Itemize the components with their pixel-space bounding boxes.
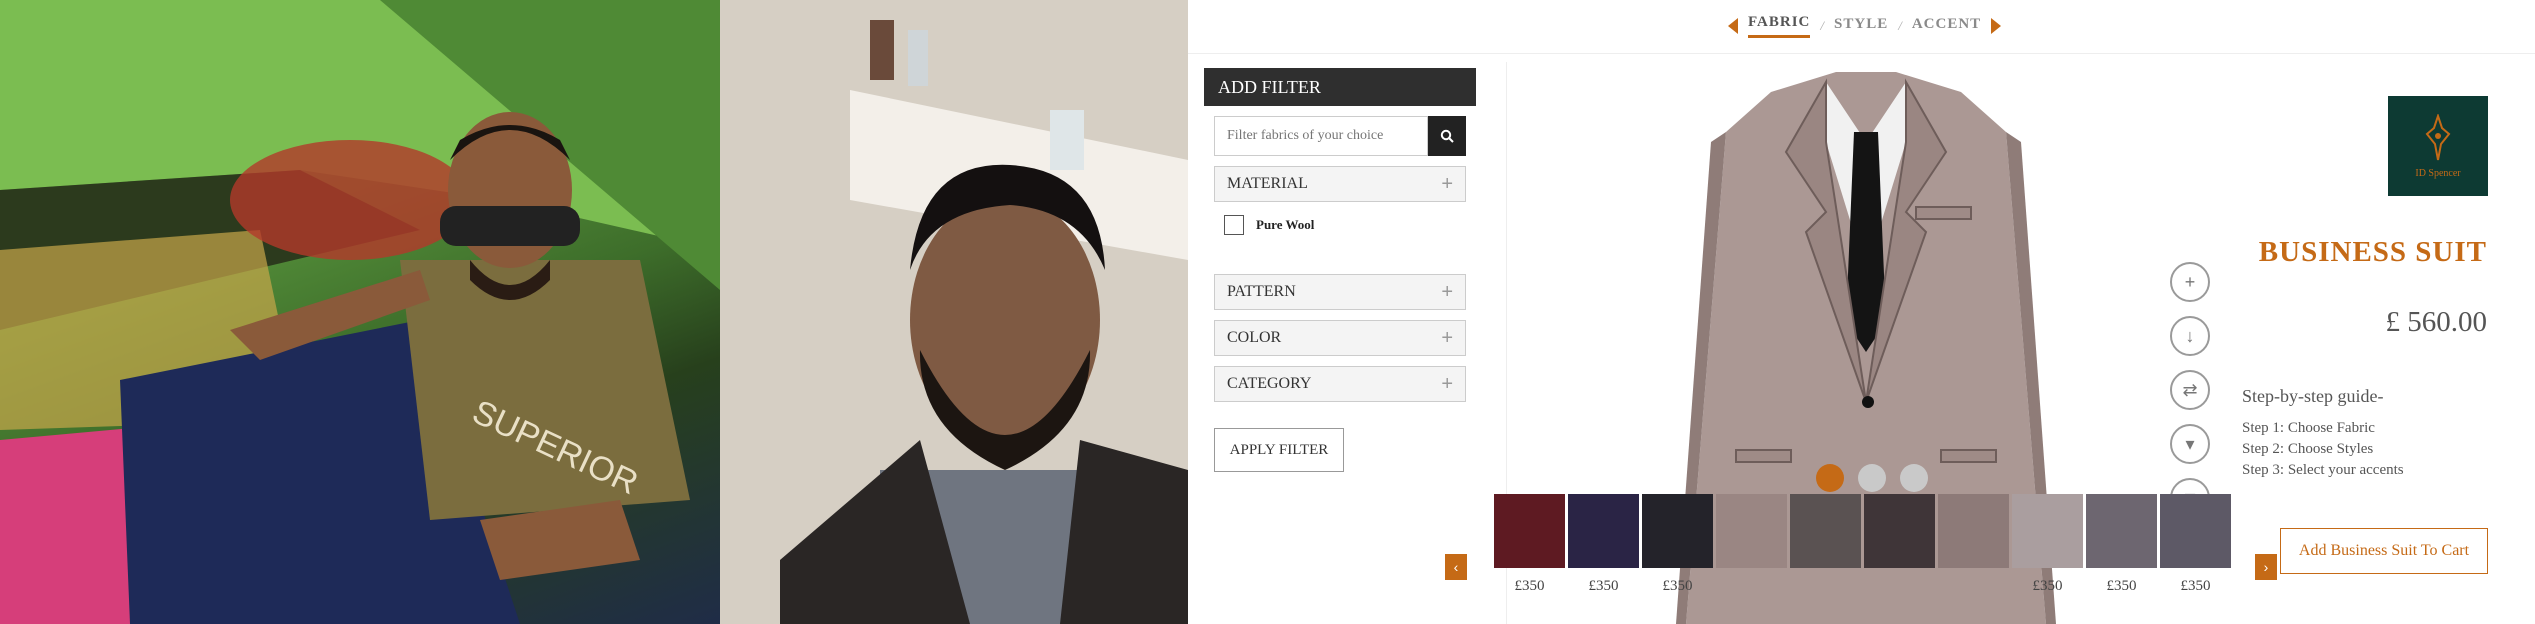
filter-section-category[interactable]: CATEGORY + <box>1214 366 1466 402</box>
pure-wool-label: Pure Wool <box>1256 217 1315 232</box>
suit-configurator: FABRIC / STYLE / ACCENT ADD FILTER Filte… <box>1188 0 2535 624</box>
tie-icon[interactable]: ▾ <box>2170 424 2210 464</box>
fabric-swatch[interactable]: £350 <box>2086 494 2157 595</box>
swatch-price: £350 <box>2180 578 2211 594</box>
swatch-price: £350 <box>2032 578 2063 594</box>
swatch-price: £350 <box>2106 578 2137 594</box>
swatch-price: £350 <box>1514 578 1545 594</box>
page: SUPERIOR FABRIC / STYLE / ACCENT ADD FIL… <box>0 0 2535 624</box>
step-separator: / <box>1820 18 1825 33</box>
fabric-swatch[interactable] <box>1938 494 2009 595</box>
product-price: £ 560.00 <box>2385 306 2488 338</box>
fabric-swatch[interactable]: £350 <box>2012 494 2083 595</box>
expand-plus-icon: + <box>1441 326 1453 349</box>
apply-filter-button[interactable]: APPLY FILTER <box>1214 428 1344 472</box>
swatch-color <box>2160 494 2231 568</box>
guide-step: Step 3: Select your accents <box>2242 462 2404 478</box>
fabric-swatch-list: £350 £350 £350 £350 £350 £350 <box>1494 494 2231 595</box>
brand-emblem-icon <box>2425 113 2451 160</box>
guide-heading: Step-by-step guide- <box>2242 386 2384 406</box>
guide-step: Step 1: Choose Fabric <box>2242 420 2375 436</box>
prev-step-arrow-icon[interactable] <box>1728 18 1738 34</box>
fabric-swatch[interactable] <box>1716 494 1787 595</box>
fabric-swatch[interactable]: £350 <box>1494 494 1565 595</box>
view-dot[interactable] <box>1858 464 1886 492</box>
filter-sidebar: ADD FILTER MATERIAL + Pure Wool P <box>1204 68 1476 472</box>
camping-tent-photo: SUPERIOR <box>0 0 720 624</box>
filter-section-pattern[interactable]: PATTERN + <box>1214 274 1466 310</box>
expand-plus-icon: + <box>1441 280 1453 303</box>
swatch-color <box>1568 494 1639 568</box>
fabric-swatch[interactable]: £350 <box>1568 494 1639 595</box>
fabric-swatch[interactable] <box>1864 494 1935 595</box>
search-button[interactable] <box>1428 116 1466 156</box>
swatch-next-button[interactable]: › <box>2255 554 2277 580</box>
view-dot[interactable] <box>1900 464 1928 492</box>
view-pagination <box>1816 464 1928 492</box>
compare-icon[interactable]: ⇄ <box>2170 370 2210 410</box>
expand-plus-icon: + <box>1441 172 1453 195</box>
step-navigation: FABRIC / STYLE / ACCENT <box>1188 0 2535 54</box>
pure-wool-checkbox[interactable] <box>1224 215 1244 235</box>
filter-section-label: PATTERN <box>1227 283 1296 300</box>
add-to-cart-button[interactable]: Add Business Suit To Cart <box>2280 528 2488 574</box>
view-controls: + ↓ ⇄ ▾ ◘ <box>2170 262 2210 518</box>
tab-accent[interactable]: ACCENT <box>1912 16 1981 37</box>
view-dot[interactable] <box>1816 464 1844 492</box>
filter-section-label: MATERIAL <box>1227 175 1308 192</box>
search-icon <box>1440 129 1454 143</box>
selfie-photo <box>720 0 1188 624</box>
swatch-color <box>2012 494 2083 568</box>
download-icon[interactable]: ↓ <box>2170 316 2210 356</box>
filter-heading: ADD FILTER <box>1204 68 1476 106</box>
fabric-search <box>1214 116 1466 156</box>
swatch-color <box>1642 494 1713 568</box>
next-step-arrow-icon[interactable] <box>1991 18 2002 34</box>
filter-section-label: CATEGORY <box>1227 375 1312 392</box>
swatch-color <box>1790 494 1861 568</box>
filter-section-color[interactable]: COLOR + <box>1214 320 1466 356</box>
product-title: BUSINESS SUIT <box>2258 236 2487 268</box>
swatch-prev-button[interactable]: ‹ <box>1445 554 1467 580</box>
fabric-swatch[interactable] <box>1790 494 1861 595</box>
tab-fabric[interactable]: FABRIC <box>1748 14 1811 38</box>
fabric-swatch[interactable]: £350 <box>2160 494 2231 595</box>
fabric-swatch[interactable]: £350 <box>1642 494 1713 595</box>
expand-plus-icon: + <box>1441 372 1453 395</box>
guide-step: Step 2: Choose Styles <box>2242 441 2374 457</box>
swatch-price: £350 <box>1662 578 1693 594</box>
step-separator: / <box>1898 18 1902 33</box>
brand-logo: ID Spencer <box>2388 96 2488 196</box>
zoom-in-icon[interactable]: + <box>2170 262 2210 302</box>
swatch-color <box>1494 494 1565 568</box>
material-option-row: Pure Wool <box>1224 212 1476 238</box>
filter-section-label: COLOR <box>1227 329 1282 346</box>
swatch-color <box>2086 494 2157 568</box>
fabric-search-input[interactable] <box>1214 116 1428 156</box>
swatch-color <box>1864 494 1935 568</box>
swatch-price: £350 <box>1588 578 1619 594</box>
brand-name: ID Spencer <box>2415 167 2461 179</box>
swatch-color <box>1716 494 1787 568</box>
swatch-color <box>1938 494 2009 568</box>
tab-style[interactable]: STYLE <box>1834 16 1888 37</box>
filter-section-material[interactable]: MATERIAL + <box>1214 166 1466 202</box>
